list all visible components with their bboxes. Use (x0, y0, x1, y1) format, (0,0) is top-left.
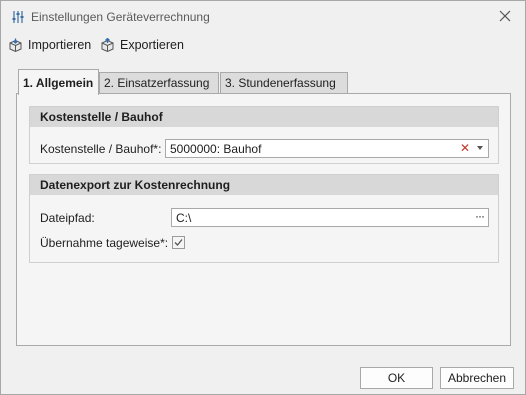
close-icon[interactable] (499, 10, 511, 22)
cost-center-value: 5000000: Bauhof (170, 141, 262, 156)
tab-allgemein[interactable]: 1. Allgemein (18, 69, 99, 95)
tab-panel-allgemein: Kostenstelle / Bauhof Kostenstelle / Bau… (16, 93, 511, 346)
import-button[interactable]: Importieren (8, 35, 91, 55)
tab-stundenerfassung[interactable]: 3. Stundenerfassung (220, 72, 348, 93)
clear-x-icon[interactable]: ✕ (460, 141, 470, 155)
import-label: Importieren (28, 38, 92, 52)
tab-einsatzerfassung[interactable]: 2. Einsatzerfassung (99, 72, 219, 93)
export-button[interactable]: Exportieren (100, 35, 184, 55)
export-group: Datenexport zur Kostenrechnung Dateipfad… (29, 174, 499, 263)
daily-transfer-checkbox[interactable] (172, 236, 185, 249)
window-title: Einstellungen Geräteverrechnung (31, 10, 210, 24)
cost-center-group: Kostenstelle / Bauhof Kostenstelle / Bau… (29, 106, 499, 164)
tab-label: 1. Allgemein (23, 75, 94, 90)
path-field[interactable]: C:\ ··· (171, 208, 489, 227)
cost-center-combobox[interactable]: 5000000: Bauhof ✕ (165, 139, 489, 158)
chevron-down-icon[interactable] (477, 146, 483, 150)
sliders-icon (11, 10, 25, 24)
cancel-button[interactable]: Abbrechen (440, 367, 514, 389)
tab-label: 2. Einsatzerfassung (104, 76, 210, 90)
path-value: C:\ (176, 210, 192, 225)
dialog-window: Einstellungen Geräteverrechnung Importie… (0, 0, 526, 395)
cost-center-label: Kostenstelle / Bauhof*: (40, 142, 162, 156)
ok-button[interactable]: OK (360, 367, 433, 389)
path-label: Dateipfad: (40, 211, 95, 225)
export-label: Exportieren (120, 38, 184, 52)
daily-transfer-label: Übernahme tageweise*: (40, 236, 169, 250)
checkmark-icon (174, 239, 183, 246)
box-export-icon (100, 37, 115, 53)
tab-label: 3. Stundenerfassung (225, 76, 336, 90)
ellipsis-icon[interactable]: ··· (475, 209, 485, 223)
box-import-icon (8, 38, 23, 53)
title-bar: Einstellungen Geräteverrechnung (1, 1, 525, 33)
group-header: Datenexport zur Kostenrechnung (30, 175, 498, 195)
group-header: Kostenstelle / Bauhof (30, 107, 498, 127)
